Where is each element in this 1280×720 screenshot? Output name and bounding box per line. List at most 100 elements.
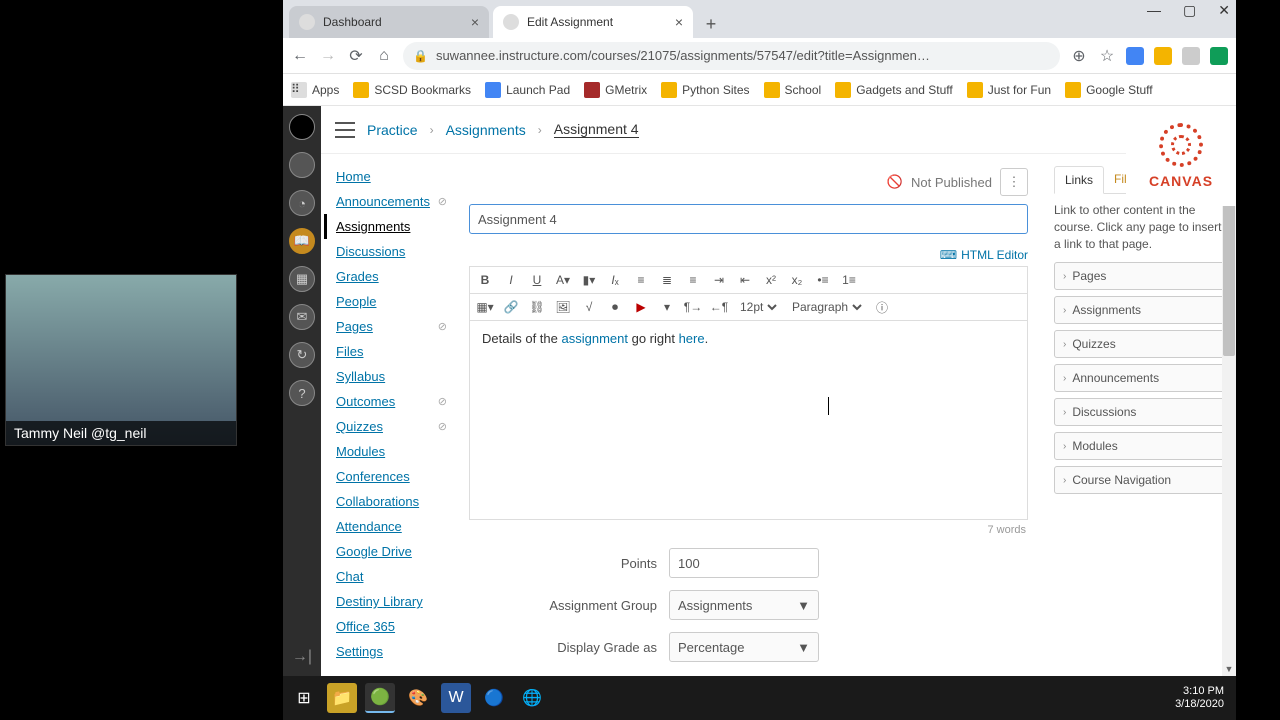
calendar-icon[interactable]: ▦ [289,266,315,292]
outdent-button[interactable]: ⇤ [736,271,754,289]
help-icon[interactable]: ? [289,380,315,406]
image-button[interactable]: 🖼 [554,298,572,316]
youtube-button[interactable]: ▶ [632,298,650,316]
acc-assignments[interactable]: ›Assignments [1054,296,1228,324]
nav-outcomes[interactable]: Outcomes⊘ [332,389,451,414]
expand-nav-icon[interactable]: →| [292,648,312,666]
commons-icon[interactable]: ↻ [289,342,315,368]
close-window-icon[interactable]: ✕ [1218,2,1230,19]
nav-collaborations[interactable]: Collaborations [332,489,451,514]
acc-announcements[interactable]: ›Announcements [1054,364,1228,392]
nav-assignments[interactable]: Assignments [324,214,451,239]
embed-button[interactable]: ▾ [658,298,676,316]
browser-tab-edit-assignment[interactable]: Edit Assignment × [493,6,693,38]
maximize-icon[interactable]: ▢ [1183,2,1196,19]
bg-color-button[interactable]: ▮▾ [580,271,598,289]
acc-discussions[interactable]: ›Discussions [1054,398,1228,426]
scroll-down-icon[interactable]: ▼ [1222,662,1236,676]
nav-files[interactable]: Files [332,339,451,364]
ltr-button[interactable]: ¶→ [684,298,702,316]
extension-icon[interactable] [1182,47,1200,65]
extension-icon[interactable] [1210,47,1228,65]
nav-conferences[interactable]: Conferences [332,464,451,489]
acc-pages[interactable]: ›Pages [1054,262,1228,290]
bookmark-launchpad[interactable]: Launch Pad [485,82,570,98]
nav-pages[interactable]: Pages⊘ [332,314,451,339]
nav-office365[interactable]: Office 365 [332,614,451,639]
crumb-course[interactable]: Practice [367,122,418,138]
dashboard-icon[interactable]: ◔ [289,190,315,216]
kebab-menu-button[interactable]: ⋮ [1000,168,1028,196]
chrome-icon[interactable]: 🟢 [365,683,395,713]
align-left-button[interactable]: ≡ [632,271,650,289]
italic-button[interactable]: I [502,271,520,289]
bookmark-apps[interactable]: ⠿Apps [291,82,339,98]
new-tab-button[interactable]: + [697,10,725,38]
clock[interactable]: 3:10 PM 3/18/2020 [1175,685,1230,711]
extension-icon[interactable] [1126,47,1144,65]
nav-announcements[interactable]: Announcements⊘ [332,189,451,214]
back-button[interactable]: ← [291,47,309,65]
font-size-select[interactable]: 12pt [736,299,780,315]
inbox-icon[interactable]: ✉ [289,304,315,330]
nav-grades[interactable]: Grades [332,264,451,289]
assignment-group-select[interactable]: Assignments▼ [669,590,819,620]
indent-button[interactable]: ⇥ [710,271,728,289]
acc-quizzes[interactable]: ›Quizzes [1054,330,1228,358]
bookmark-gadgets[interactable]: Gadgets and Stuff [835,82,953,98]
nav-syllabus[interactable]: Syllabus [332,364,451,389]
close-icon[interactable]: × [675,14,683,30]
bookmark-gmetrix[interactable]: GMetrix [584,82,647,98]
nav-people[interactable]: People [332,289,451,314]
block-format-select[interactable]: Paragraph [788,299,865,315]
tab-links[interactable]: Links [1054,166,1104,194]
close-icon[interactable]: × [471,14,479,30]
rtl-button[interactable]: ←¶ [710,298,728,316]
link-button[interactable]: 🔗 [502,298,520,316]
bookmark-fun[interactable]: Just for Fun [967,82,1051,98]
search-icon[interactable]: ⊕ [1070,47,1088,65]
nav-modules[interactable]: Modules [332,439,451,464]
media-button[interactable]: ⏺ [606,298,624,316]
acc-modules[interactable]: ›Modules [1054,432,1228,460]
align-right-button[interactable]: ≡ [684,271,702,289]
bookmark-google[interactable]: Google Stuff [1065,82,1153,98]
body-link-assignment[interactable]: assignment [562,331,628,346]
star-icon[interactable]: ☆ [1098,47,1116,65]
accessibility-icon[interactable]: ⓘ [873,298,891,316]
hamburger-icon[interactable] [335,122,355,138]
crumb-assignments[interactable]: Assignments [446,122,526,138]
display-grade-select[interactable]: Percentage▼ [669,632,819,662]
unlink-button[interactable]: ⛓ [528,298,546,316]
bookmark-python[interactable]: Python Sites [661,82,749,98]
points-input[interactable] [669,548,819,578]
minimize-icon[interactable]: — [1147,2,1161,19]
rte-body[interactable]: Details of the assignment go right here. [469,320,1028,520]
superscript-button[interactable]: x² [762,271,780,289]
html-editor-link[interactable]: ⌨HTML Editor [940,248,1028,262]
nav-quizzes[interactable]: Quizzes⊘ [332,414,451,439]
account-icon[interactable] [289,152,315,178]
chrome-icon-2[interactable]: 🌐 [517,683,547,713]
nav-home[interactable]: Home [332,164,451,189]
app-icon-2[interactable]: 🔵 [479,683,509,713]
underline-button[interactable]: U [528,271,546,289]
clear-format-button[interactable]: Iₓ [606,271,624,289]
assignment-title-input[interactable] [469,204,1028,234]
explorer-icon[interactable]: 📁 [327,683,357,713]
acc-course-navigation[interactable]: ›Course Navigation [1054,466,1228,494]
bold-button[interactable]: B [476,271,494,289]
school-logo-icon[interactable] [289,114,315,140]
subscript-button[interactable]: x₂ [788,271,806,289]
bullet-list-button[interactable]: •≡ [814,271,832,289]
extension-icon[interactable] [1154,47,1172,65]
bookmark-scsd[interactable]: SCSD Bookmarks [353,82,471,98]
url-box[interactable]: 🔒 suwannee.instructure.com/courses/21075… [403,42,1060,70]
nav-destiny[interactable]: Destiny Library [332,589,451,614]
courses-icon[interactable]: 📖 [289,228,315,254]
home-button[interactable]: ⌂ [375,47,393,65]
nav-google-drive[interactable]: Google Drive [332,539,451,564]
align-center-button[interactable]: ≣ [658,271,676,289]
word-icon[interactable]: W [441,683,471,713]
nav-discussions[interactable]: Discussions [332,239,451,264]
